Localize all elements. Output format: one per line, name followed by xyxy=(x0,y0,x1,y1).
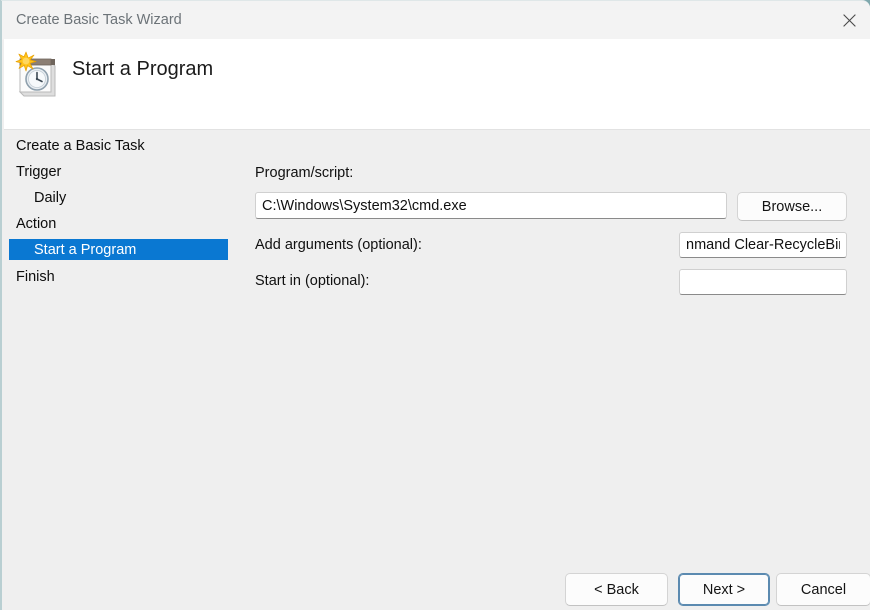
wizard-window: Create Basic Task Wizard Start a Program… xyxy=(0,0,870,610)
action-form: Program/script: Browse... Add arguments … xyxy=(244,130,870,609)
add-arguments-input[interactable] xyxy=(679,232,847,258)
wizard-body: Create a Basic Task Trigger Daily Action… xyxy=(4,130,870,609)
wizard-step-list: Create a Basic Task Trigger Daily Action… xyxy=(4,130,244,609)
sidebar-item-start-a-program[interactable]: Start a Program xyxy=(9,239,228,260)
sidebar-item-action[interactable]: Action xyxy=(9,213,228,234)
sidebar-item-label: Daily xyxy=(34,189,67,206)
next-button[interactable]: Next > xyxy=(678,573,770,606)
scheduled-task-icon xyxy=(14,49,62,97)
sidebar-item-label: Trigger xyxy=(16,163,62,180)
cancel-button[interactable]: Cancel xyxy=(776,573,870,606)
browse-button[interactable]: Browse... xyxy=(737,192,847,221)
sidebar-item-create-a-basic-task[interactable]: Create a Basic Task xyxy=(9,135,228,156)
program-script-input[interactable] xyxy=(255,192,727,219)
close-icon[interactable] xyxy=(826,1,870,39)
sidebar-item-label: Finish xyxy=(16,268,55,285)
wizard-header: Start a Program xyxy=(4,39,870,130)
sidebar-item-label: Action xyxy=(16,215,57,232)
sidebar-item-trigger[interactable]: Trigger xyxy=(9,161,228,182)
window-title: Create Basic Task Wizard xyxy=(16,12,182,28)
title-bar: Create Basic Task Wizard xyxy=(2,1,870,40)
sidebar-item-finish[interactable]: Finish xyxy=(9,266,228,287)
sidebar-item-label: Create a Basic Task xyxy=(16,137,145,154)
page-title: Start a Program xyxy=(72,58,214,80)
start-in-input[interactable] xyxy=(679,269,847,295)
wizard-footer: < Back Next > Cancel xyxy=(4,561,870,610)
start-in-label: Start in (optional): xyxy=(255,273,370,289)
add-arguments-label: Add arguments (optional): xyxy=(255,237,422,253)
sidebar-item-label: Start a Program xyxy=(34,241,137,258)
program-script-label: Program/script: xyxy=(255,165,354,181)
sidebar-item-daily[interactable]: Daily xyxy=(9,187,228,208)
back-button[interactable]: < Back xyxy=(565,573,668,606)
